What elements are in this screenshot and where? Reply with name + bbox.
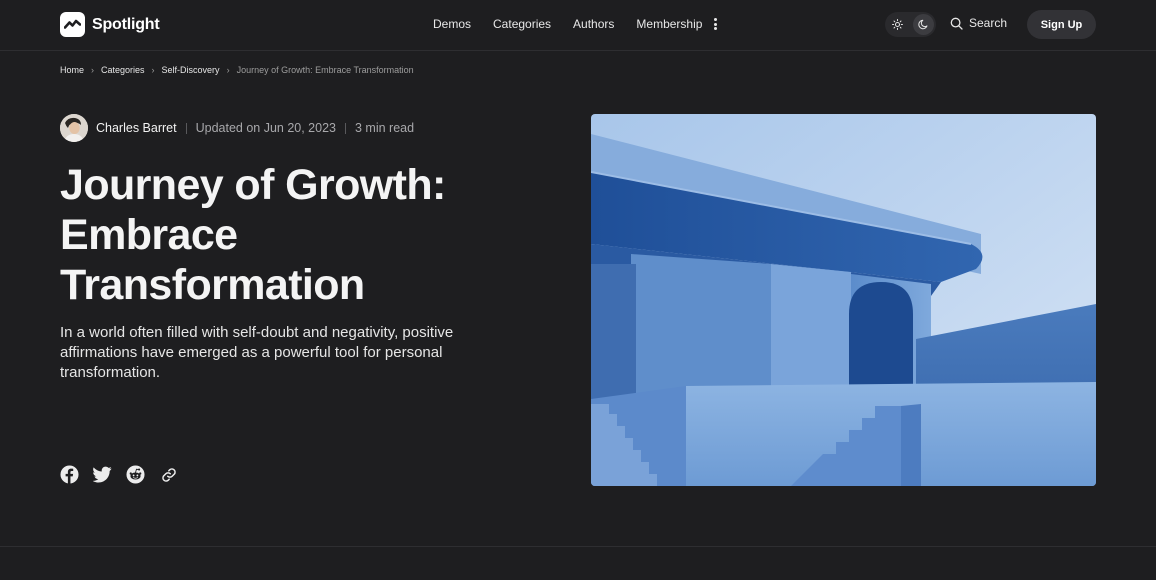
- logo-mark-icon: [60, 12, 85, 37]
- article-title: Journey of Growth: Embrace Transformatio…: [60, 161, 446, 309]
- section-divider: [0, 546, 1156, 547]
- theme-toggle: [885, 12, 936, 37]
- chevron-right-icon: ›: [226, 65, 230, 75]
- article-meta: Charles Barret Updated on Jun 20, 2023 3…: [60, 114, 414, 142]
- sun-icon[interactable]: [887, 14, 908, 35]
- avatar[interactable]: [60, 114, 88, 142]
- meta-divider: [345, 122, 346, 134]
- nav-categories[interactable]: Categories: [493, 17, 551, 31]
- twitter-icon[interactable]: [93, 465, 112, 484]
- brand-name: Spotlight: [92, 15, 160, 33]
- link-icon[interactable]: [159, 465, 178, 484]
- search-button[interactable]: Search: [950, 16, 1007, 30]
- meta-divider: [185, 122, 187, 134]
- breadcrumb: Home › Categories › Self-Discovery › Jou…: [60, 65, 414, 75]
- search-icon: [950, 17, 963, 30]
- more-menu-icon[interactable]: [709, 16, 721, 32]
- read-time: 3 min read: [355, 121, 415, 135]
- facebook-icon[interactable]: [60, 465, 79, 484]
- updated-date: Updated on Jun 20, 2023: [195, 121, 336, 135]
- nav-membership[interactable]: Membership: [636, 17, 702, 31]
- breadcrumb-categories[interactable]: Categories: [101, 65, 145, 75]
- sign-up-button[interactable]: Sign Up: [1027, 10, 1096, 39]
- chevron-right-icon: ›: [91, 65, 95, 75]
- nav-authors[interactable]: Authors: [573, 17, 614, 31]
- site-header: Spotlight Demos Categories Authors Membe…: [0, 0, 1156, 51]
- hero-image: [591, 114, 1096, 486]
- nav-demos[interactable]: Demos: [433, 17, 471, 31]
- article-subtitle: In a world often filled with self-doubt …: [60, 324, 454, 381]
- share-buttons: [60, 465, 192, 484]
- search-label: Search: [969, 16, 1008, 30]
- author-name[interactable]: Charles Barret: [96, 121, 177, 135]
- chevron-right-icon: ›: [151, 65, 155, 75]
- breadcrumb-home[interactable]: Home: [60, 65, 84, 75]
- reddit-icon[interactable]: [126, 465, 145, 484]
- breadcrumb-self-discovery[interactable]: Self-Discovery: [162, 65, 220, 75]
- moon-icon[interactable]: [913, 14, 934, 35]
- breadcrumb-current: Journey of Growth: Embrace Transformatio…: [236, 65, 414, 75]
- logo[interactable]: Spotlight: [60, 12, 160, 37]
- main-nav: Demos Categories Authors Membership: [433, 17, 702, 31]
